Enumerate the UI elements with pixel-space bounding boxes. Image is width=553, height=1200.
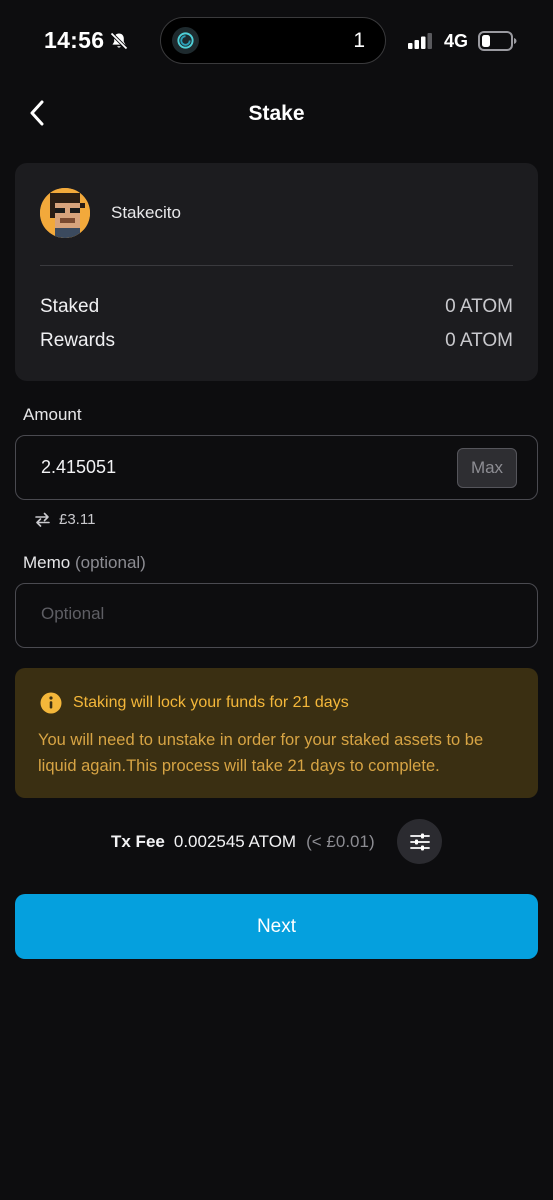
bell-slash-icon <box>110 32 128 50</box>
lock-warning: Staking will lock your funds for 21 days… <box>15 668 538 798</box>
amount-value[interactable]: 2.415051 <box>41 457 116 478</box>
tx-fee-row: Tx Fee 0.002545 ATOM (< £0.01) <box>111 831 375 853</box>
memo-label-text: Memo <box>23 553 71 572</box>
next-button[interactable]: Next <box>15 894 538 959</box>
staked-row: Staked 0 ATOM <box>40 296 513 322</box>
app-activity-icon <box>172 27 199 54</box>
fee-fiat: (< £0.01) <box>306 832 375 851</box>
warning-title: Staking will lock your funds for 21 days <box>73 694 349 711</box>
rewards-row: Rewards 0 ATOM <box>40 330 513 356</box>
sliders-icon <box>409 833 430 850</box>
fee-label: Tx Fee <box>111 832 165 851</box>
rewards-value: 0 ATOM <box>445 330 513 351</box>
info-circle-icon <box>40 692 62 714</box>
status-time: 14:56 <box>44 27 105 53</box>
validator-name: Stakecito <box>111 203 181 222</box>
memo-label-hint: (optional) <box>74 553 146 572</box>
amount-input[interactable]: 2.415051 Max <box>15 435 538 500</box>
swap-arrows-icon <box>35 512 50 527</box>
signal-icon <box>408 33 432 49</box>
staked-label: Staked <box>40 296 100 317</box>
max-button[interactable]: Max <box>457 448 517 488</box>
rewards-label: Rewards <box>40 330 115 351</box>
battery-icon <box>478 31 517 51</box>
fee-settings-button[interactable] <box>397 819 442 864</box>
fiat-conversion[interactable]: £3.11 <box>34 509 95 529</box>
warning-body: You will need to unstake in order for yo… <box>38 731 484 775</box>
amount-label: Amount <box>23 405 82 424</box>
card-divider <box>40 265 513 266</box>
memo-input[interactable] <box>41 604 501 624</box>
memo-label: Memo (optional) <box>23 553 146 573</box>
stake-screen: 14:56 1 4G Stake Stakecito Staked 0 ATOM… <box>0 0 553 1200</box>
staked-value: 0 ATOM <box>445 296 513 317</box>
network-label: 4G <box>444 31 469 51</box>
island-count: 1 <box>353 29 365 52</box>
page-title: Stake <box>248 102 305 125</box>
dynamic-island[interactable]: 1 <box>160 17 386 64</box>
fee-amount: 0.002545 ATOM <box>173 832 297 851</box>
memo-field[interactable] <box>15 583 538 648</box>
validator-avatar <box>40 188 90 238</box>
validator-card: Stakecito Staked 0 ATOM Rewards 0 ATOM <box>15 163 538 381</box>
fiat-value: £3.11 <box>59 510 96 528</box>
